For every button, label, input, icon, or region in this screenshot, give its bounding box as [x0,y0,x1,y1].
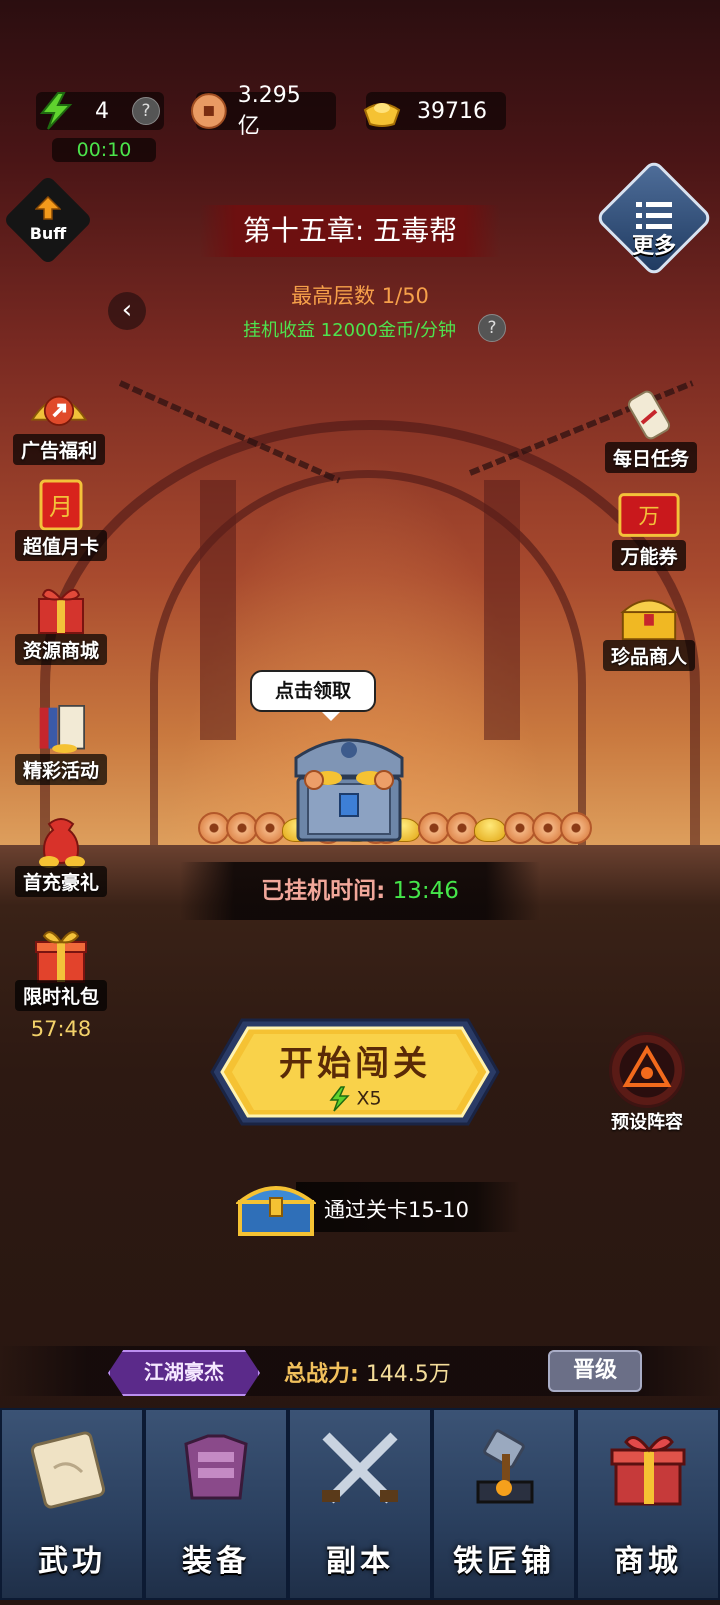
background-pillar-right [484,480,520,740]
svg-text:月: 月 [49,493,73,521]
daily-tasks-button[interactable]: 每日任务 [598,388,704,473]
tab-martial-arts[interactable]: 武功 [0,1408,144,1600]
tab-shop[interactable]: 商城 [576,1408,720,1600]
gift-box-icon [29,926,93,984]
gold-counter[interactable]: 39716 [363,92,506,130]
limited-pack-button[interactable]: 限时礼包 57:48 [8,926,114,1041]
limited-pack-timer: 57:48 [30,1017,92,1041]
lightning-icon [329,1086,351,1112]
copper-coin-icon [190,93,227,129]
chevron-left-icon[interactable]: ‹ [108,292,146,330]
gift-icon [29,580,93,638]
arrow-up-icon [34,195,62,220]
tab-blacksmith[interactable]: 铁匠铺 [432,1408,576,1600]
monthly-card-button[interactable]: 月 超值月卡 [8,476,114,561]
hammer-anvil-icon [476,1429,534,1504]
total-power: 总战力: 144.5万 [284,1362,451,1387]
preset-lineup-button[interactable]: 预设阵容 [602,1032,692,1134]
voucher-icon: 万 [617,486,681,544]
start-stage-button[interactable]: 开始闯关 X5 [210,1016,500,1128]
scroll-icon [30,1431,106,1509]
claim-bubble[interactable]: 点击领取 [250,670,376,721]
ad-badge-icon [27,380,91,438]
first-recharge-button[interactable]: 首充豪礼 [8,812,114,897]
tab-dungeon[interactable]: 副本 [288,1408,432,1600]
idle-income-text: 挂机收益 12000金币/分钟 [243,320,457,341]
bottom-nav: 武功 装备 副本 铁匠铺 商城 [0,1408,720,1600]
resource-shop-button[interactable]: 资源商城 [8,580,114,665]
crossed-swords-icon [322,1432,398,1504]
universal-voucher-button[interactable]: 万 万能券 [596,486,702,571]
scroll-icon [619,388,683,446]
treasure-chest-icon [617,586,681,644]
buff-button[interactable]: Buff [16,188,80,252]
ad-welfare-button[interactable]: 广告福利 [6,380,112,465]
idle-income-help-icon[interactable]: ? [478,314,506,342]
events-button[interactable]: 精彩活动 [8,700,114,785]
gold-ingot-icon [363,103,401,127]
copper-counter[interactable]: 3.295亿 [190,83,336,139]
money-bag-icon [29,812,93,870]
idle-reward-chest-icon[interactable] [288,728,410,844]
promote-button[interactable]: 晋级 [548,1350,642,1392]
tab-equipment[interactable]: 装备 [144,1408,288,1600]
more-button[interactable]: 更多 [612,176,696,260]
gift-box-icon [610,1436,686,1506]
chapter-title: 第十五章: 五毒帮 [200,205,500,257]
stamina-timer: 00:10 [52,138,156,162]
rank-badge[interactable]: 江湖豪杰 [108,1350,260,1396]
books-icon [29,700,93,758]
background-pillar-left [200,480,236,740]
armor-icon [184,1434,248,1500]
lightning-icon [39,92,73,130]
monthly-card-icon: 月 [29,476,93,534]
svg-text:万: 万 [638,505,659,530]
lineup-emblem-icon [609,1032,685,1108]
treasure-chest-icon [236,1186,316,1236]
rare-merchant-button[interactable]: 珍品商人 [596,586,702,671]
idle-time-banner: 已挂机时间: 13:46 [180,862,540,920]
stage-goal-reward[interactable]: 通过关卡15-10 [236,1176,520,1238]
stamina-counter[interactable]: 4 ? [36,92,164,130]
stamina-help-icon[interactable]: ? [132,97,160,125]
